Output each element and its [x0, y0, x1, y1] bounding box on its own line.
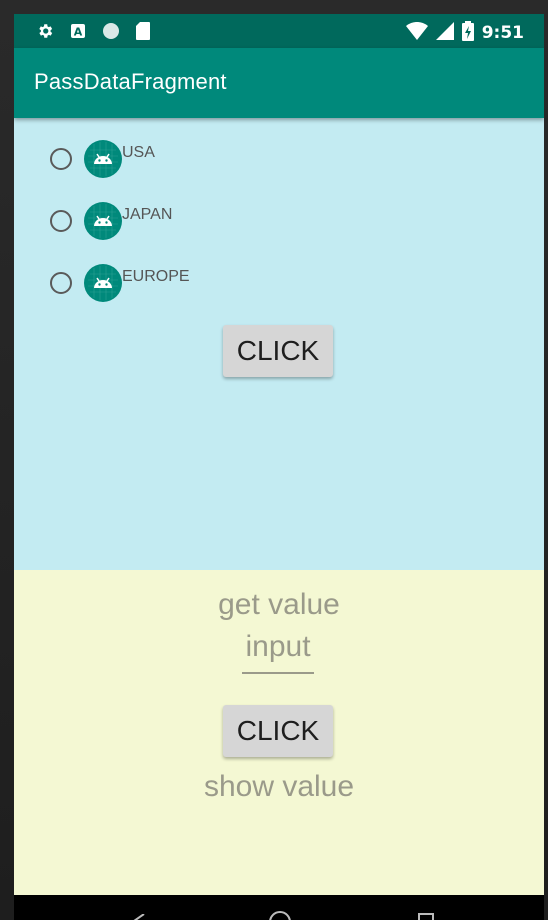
radio-label: EUROPE	[122, 268, 190, 285]
android-icon	[84, 140, 122, 178]
svg-text:A: A	[74, 26, 83, 39]
back-icon[interactable]	[132, 913, 146, 920]
gear-icon	[36, 22, 54, 44]
radio-label: USA	[122, 144, 155, 161]
radio-button[interactable]	[50, 272, 72, 294]
wifi-icon	[405, 21, 428, 44]
radio-label: JAPAN	[122, 206, 173, 223]
cell-signal-icon	[435, 22, 454, 44]
radio-button[interactable]	[50, 210, 72, 232]
screen: A 9:51 PassDataFragment USA JAPAN EUROPE…	[14, 14, 544, 920]
a-icon: A	[70, 23, 86, 43]
bottom-fragment: get value input CLICK show value	[14, 570, 544, 895]
bottom-click-button[interactable]: CLICK	[223, 705, 333, 757]
android-icon	[84, 264, 122, 302]
value-input[interactable]: input	[242, 630, 314, 674]
home-icon[interactable]	[268, 910, 292, 920]
app-title: PassDataFragment	[34, 69, 227, 94]
navigation-bar	[14, 895, 544, 920]
top-click-button[interactable]: CLICK	[223, 325, 333, 377]
get-value-text: get value	[218, 588, 340, 621]
circle-icon	[102, 22, 120, 44]
radio-option-europe[interactable]: EUROPE	[50, 256, 250, 302]
android-icon	[84, 202, 122, 240]
battery-charging-icon	[461, 21, 474, 45]
radio-option-japan[interactable]: JAPAN	[50, 194, 250, 240]
status-bar: A 9:51	[14, 14, 544, 48]
sd-card-icon	[136, 22, 150, 44]
recents-icon[interactable]	[418, 913, 434, 920]
clock-time: 9:51	[481, 23, 524, 43]
radio-option-usa[interactable]: USA	[50, 132, 250, 178]
device-frame: A 9:51 PassDataFragment USA JAPAN EUROPE…	[0, 0, 548, 920]
top-fragment: USA JAPAN EUROPE CLICK	[14, 118, 544, 570]
radio-button[interactable]	[50, 148, 72, 170]
app-bar: PassDataFragment	[14, 48, 544, 118]
show-value-text: show value	[203, 770, 355, 803]
